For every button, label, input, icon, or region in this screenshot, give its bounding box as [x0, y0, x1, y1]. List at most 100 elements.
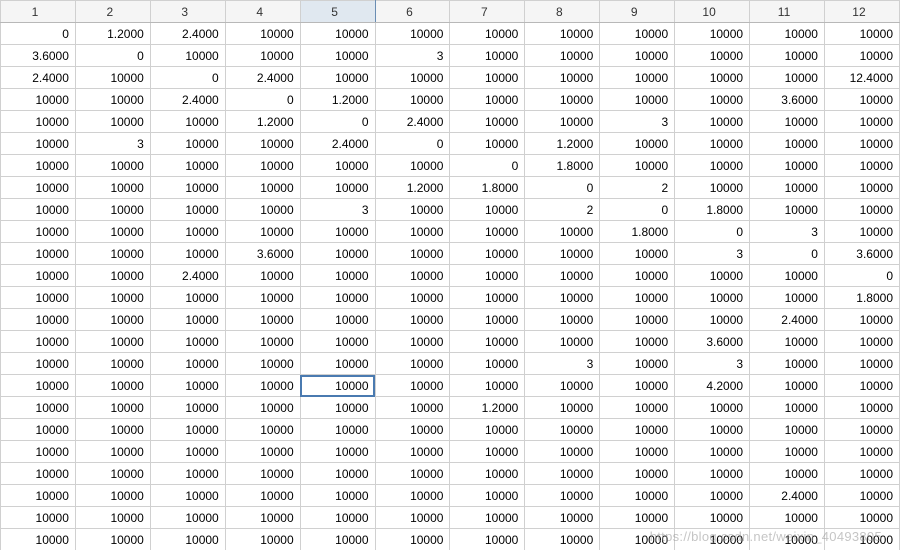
cell[interactable]: 10000 — [375, 67, 450, 89]
cell[interactable]: 10000 — [375, 375, 450, 397]
cell[interactable]: 2.4000 — [750, 485, 825, 507]
cell[interactable]: 10000 — [824, 441, 899, 463]
cell[interactable]: 10000 — [150, 397, 225, 419]
cell[interactable]: 0 — [375, 133, 450, 155]
cell[interactable]: 10000 — [525, 397, 600, 419]
cell[interactable]: 10000 — [600, 133, 675, 155]
cell[interactable]: 10000 — [150, 309, 225, 331]
column-header[interactable]: 10 — [675, 1, 750, 23]
cell[interactable]: 10000 — [225, 507, 300, 529]
cell[interactable]: 10000 — [150, 485, 225, 507]
cell[interactable]: 10000 — [824, 45, 899, 67]
cell[interactable]: 10000 — [750, 177, 825, 199]
cell[interactable]: 10000 — [75, 67, 150, 89]
cell[interactable]: 10000 — [75, 441, 150, 463]
cell[interactable]: 10000 — [750, 507, 825, 529]
cell[interactable]: 10000 — [824, 397, 899, 419]
cell[interactable]: 10000 — [300, 397, 375, 419]
cell[interactable]: 10000 — [675, 463, 750, 485]
cell[interactable]: 2.4000 — [150, 23, 225, 45]
cell[interactable]: 10000 — [824, 155, 899, 177]
cell[interactable]: 10000 — [675, 529, 750, 550]
cell[interactable]: 10000 — [824, 419, 899, 441]
cell[interactable]: 10000 — [75, 287, 150, 309]
cell[interactable]: 10000 — [750, 353, 825, 375]
column-header[interactable]: 5 — [300, 1, 375, 23]
cell[interactable]: 10000 — [525, 265, 600, 287]
cell[interactable]: 10000 — [75, 463, 150, 485]
cell[interactable]: 10000 — [150, 331, 225, 353]
cell[interactable]: 3.6000 — [750, 89, 825, 111]
cell[interactable]: 2.4000 — [300, 133, 375, 155]
cell[interactable]: 10000 — [1, 243, 76, 265]
cell[interactable]: 10000 — [375, 243, 450, 265]
cell[interactable]: 10000 — [225, 133, 300, 155]
cell[interactable]: 1.2000 — [75, 23, 150, 45]
cell[interactable]: 10000 — [300, 309, 375, 331]
cell[interactable]: 2.4000 — [150, 265, 225, 287]
cell[interactable]: 10000 — [675, 309, 750, 331]
cell[interactable]: 10000 — [75, 375, 150, 397]
cell[interactable]: 10000 — [225, 45, 300, 67]
cell[interactable]: 10000 — [675, 23, 750, 45]
cell[interactable]: 10000 — [525, 375, 600, 397]
cell[interactable]: 10000 — [75, 397, 150, 419]
cell[interactable]: 10000 — [300, 463, 375, 485]
cell[interactable]: 10000 — [600, 89, 675, 111]
cell[interactable]: 10000 — [450, 199, 525, 221]
cell[interactable]: 1.2000 — [375, 177, 450, 199]
cell[interactable]: 10000 — [375, 463, 450, 485]
cell[interactable]: 10000 — [300, 287, 375, 309]
cell[interactable]: 10000 — [375, 397, 450, 419]
cell[interactable]: 10000 — [1, 441, 76, 463]
cell[interactable]: 10000 — [675, 111, 750, 133]
cell[interactable]: 10000 — [600, 375, 675, 397]
cell[interactable]: 1.2000 — [525, 133, 600, 155]
cell[interactable]: 10000 — [150, 529, 225, 550]
cell[interactable]: 10000 — [450, 89, 525, 111]
cell[interactable]: 10000 — [750, 155, 825, 177]
cell[interactable]: 10000 — [450, 309, 525, 331]
cell[interactable]: 10000 — [675, 89, 750, 111]
cell[interactable]: 10000 — [750, 23, 825, 45]
cell[interactable]: 10000 — [525, 441, 600, 463]
cell[interactable]: 10000 — [525, 111, 600, 133]
cell[interactable]: 10000 — [75, 331, 150, 353]
cell[interactable]: 10000 — [1, 507, 76, 529]
cell[interactable]: 0 — [600, 199, 675, 221]
cell[interactable]: 10000 — [750, 45, 825, 67]
cell[interactable]: 3 — [675, 243, 750, 265]
cell[interactable]: 12.4000 — [824, 67, 899, 89]
cell[interactable]: 10000 — [1, 331, 76, 353]
cell[interactable]: 10000 — [225, 463, 300, 485]
cell[interactable]: 10000 — [824, 507, 899, 529]
cell[interactable]: 0 — [75, 45, 150, 67]
cell[interactable]: 10000 — [1, 111, 76, 133]
cell[interactable]: 0 — [1, 23, 76, 45]
cell[interactable]: 10000 — [150, 287, 225, 309]
cell[interactable]: 10000 — [600, 353, 675, 375]
column-header[interactable]: 3 — [150, 1, 225, 23]
cell[interactable]: 10000 — [824, 23, 899, 45]
cell[interactable]: 10000 — [150, 133, 225, 155]
column-header[interactable]: 4 — [225, 1, 300, 23]
cell[interactable]: 10000 — [600, 243, 675, 265]
cell[interactable]: 10000 — [1, 133, 76, 155]
cell[interactable]: 10000 — [525, 67, 600, 89]
cell[interactable]: 10000 — [525, 419, 600, 441]
cell[interactable]: 10000 — [600, 441, 675, 463]
cell[interactable]: 10000 — [450, 133, 525, 155]
cell[interactable]: 10000 — [375, 309, 450, 331]
cell[interactable]: 10000 — [450, 23, 525, 45]
cell[interactable]: 10000 — [675, 265, 750, 287]
cell[interactable]: 10000 — [1, 177, 76, 199]
cell[interactable]: 10000 — [675, 67, 750, 89]
cell[interactable]: 10000 — [225, 485, 300, 507]
cell[interactable]: 10000 — [1, 397, 76, 419]
cell[interactable]: 10000 — [675, 177, 750, 199]
cell[interactable]: 2.4000 — [375, 111, 450, 133]
cell[interactable]: 10000 — [675, 45, 750, 67]
cell[interactable]: 10000 — [824, 331, 899, 353]
cell[interactable]: 10000 — [75, 89, 150, 111]
cell[interactable]: 10000 — [525, 529, 600, 550]
